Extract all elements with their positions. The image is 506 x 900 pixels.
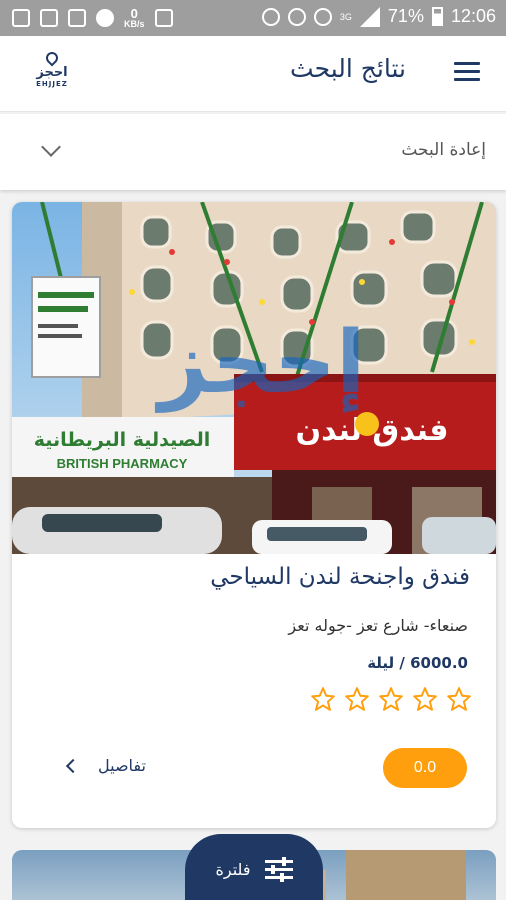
app-logo[interactable]: احجز EHJJEZ [30, 49, 74, 88]
location-pin-icon [43, 49, 61, 67]
pharmacy-sign-english: BRITISH PHARMACY [57, 456, 188, 471]
hotel-price: 6000.0 / ليلة [367, 654, 468, 672]
gallery-icon [12, 9, 30, 27]
filter-button[interactable]: فلترة [185, 834, 323, 900]
alarm-icon [313, 7, 332, 26]
app-header: احجز EHJJEZ نتائج البحث [0, 36, 506, 112]
network-speed-unit: KB/s [124, 19, 145, 29]
watermark: إحجز [155, 313, 366, 414]
clock: 12:06 [450, 6, 496, 26]
battery-percent: 71% [387, 6, 424, 26]
star-rating [310, 686, 472, 712]
usb-icon [40, 9, 58, 27]
pharmacy-sign-arabic: الصيدلية البريطانية [34, 429, 211, 451]
pulse-icon [154, 9, 173, 27]
research-dropdown[interactable]: إعادة البحث [0, 114, 506, 190]
logo-text-arabic: احجز [36, 65, 68, 80]
status-bar-right: 3G 71% 12:06 [261, 6, 496, 27]
next-card-photo-building [346, 850, 466, 900]
hotel-photo[interactable]: الصيدلية البريطانية BRITISH PHARMACY فند… [12, 202, 496, 554]
chevron-down-icon [41, 137, 61, 157]
crown-logo-icon [355, 412, 379, 436]
star-icon [413, 687, 437, 711]
signal-icon [359, 6, 380, 27]
page-title: نتائج البحث [290, 54, 406, 83]
do-not-disturb-icon [287, 7, 306, 26]
circle-icon [96, 9, 114, 27]
logo-text-english: EHJJEZ [36, 80, 68, 88]
star-icon [345, 687, 369, 711]
hotel-photo-illustration: الصيدلية البريطانية BRITISH PHARMACY فند… [12, 202, 496, 554]
star-icon [379, 687, 403, 711]
watermark-text: إحجز [155, 313, 366, 414]
chevron-left-icon [65, 758, 81, 773]
rating-badge: 0.0 [383, 748, 467, 788]
status-bar: 0 KB/s 3G 71% 12:06 [0, 0, 506, 36]
battery-icon [431, 7, 443, 26]
hotel-name[interactable]: فندق واجنحة لندن السياحي [210, 564, 470, 590]
sliders-icon [264, 857, 293, 882]
hotel-card[interactable]: الصيدلية البريطانية BRITISH PHARMACY فند… [12, 202, 496, 828]
research-label: إعادة البحث [401, 140, 486, 160]
star-icon [447, 687, 471, 711]
details-label: تفاصيل [98, 756, 146, 775]
network-speed: 0 KB/s [124, 7, 145, 29]
filter-label: فلترة [215, 859, 251, 879]
activity-icon [68, 9, 86, 27]
hotel-address: صنعاء- شارع تعز -جوله تعز [288, 616, 468, 635]
menu-icon[interactable] [454, 62, 480, 84]
star-icon [311, 687, 335, 711]
details-link[interactable]: تفاصيل [62, 756, 146, 775]
network-type: 3G [339, 11, 352, 22]
status-bar-left: 0 KB/s [12, 7, 173, 29]
vibrate-off-icon [261, 7, 280, 26]
